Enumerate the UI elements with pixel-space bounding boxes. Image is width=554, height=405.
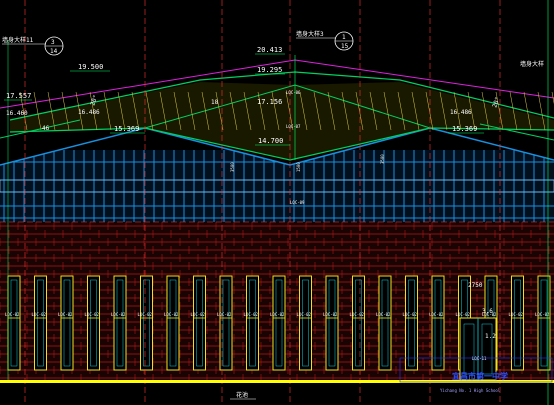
elev-center-lower: 14.700: [258, 137, 283, 145]
dim-3: 1500: [296, 162, 301, 172]
window-code: LQC-02: [323, 312, 338, 317]
code-roof-center: LQC-07: [286, 124, 301, 129]
code-roof-mid: LQC-06: [286, 90, 301, 95]
door-mark: 3.6: [482, 308, 493, 315]
elev-left-eave: 17.557: [6, 92, 31, 100]
callout-label-1: 墙身大样11: [2, 36, 34, 44]
window-code: LQC-02: [429, 312, 444, 317]
callout-sheet-2: 15: [341, 43, 349, 50]
window-code: LQC-02: [5, 312, 20, 317]
window-code: LQC-02: [509, 312, 524, 317]
window-code: LQC-02: [297, 312, 312, 317]
window-frame: [7, 275, 21, 371]
window-frame: [140, 275, 153, 371]
bottom-note: 花池: [236, 391, 248, 399]
elev-ridge-top: 20.413: [257, 46, 282, 54]
window-code: LQC-02: [191, 312, 206, 317]
callout-label-2: 墙身大样3: [296, 30, 324, 38]
window-frame: [113, 275, 127, 371]
window-frame: [299, 275, 312, 371]
window-code: LQC-02: [85, 312, 100, 317]
callout-number-1: 3: [51, 39, 55, 46]
window-code: LQC-02: [164, 312, 179, 317]
watermark-en: Yichang No. 1 High School: [440, 388, 501, 393]
window-code: LQC-02: [456, 312, 471, 317]
watermark-cn: 宜昌市第一中学: [452, 371, 508, 381]
elev-truss-right: 16.486: [450, 109, 472, 116]
window-frame: [166, 275, 180, 371]
callout-sheet-1: 14: [50, 48, 58, 55]
slope-small-right: 18: [211, 99, 219, 106]
callout-label-3: 墙身大样: [520, 60, 544, 68]
dim-2: 3500: [380, 154, 385, 164]
window-code: LQC-02: [376, 312, 391, 317]
elev-curtain-left: 15.369: [114, 125, 139, 133]
dim-1: 3500: [230, 162, 235, 172]
cad-elevation-drawing: LQC-02 LQC-02 LQC-02 LQC-02 LQC-02 LQC-02 LQC-…: [0, 0, 554, 405]
window-code: LQC-02: [244, 312, 259, 317]
window-frame: [60, 275, 74, 371]
window-code: LQC-02: [403, 312, 418, 317]
window-frame: [352, 275, 365, 371]
elev-ridge-low: 17.156: [257, 98, 282, 106]
window-code: LQC-02: [270, 312, 285, 317]
elev-curtain-right: 15.369: [452, 125, 477, 133]
side-mark: 1.2: [485, 333, 496, 340]
elev-ridge-mid: 19.295: [257, 66, 282, 74]
window-code: LQC-02: [58, 312, 73, 317]
window-frame: [378, 275, 392, 371]
window-height-dim: 2750: [468, 282, 483, 289]
code-curtain: LQC-09: [290, 200, 305, 205]
window-frame: [193, 275, 206, 371]
door-code: LQC-11: [472, 356, 487, 361]
window-frame: [34, 275, 47, 371]
window-code: LQC-02: [111, 312, 126, 317]
slope-small-left: 46: [42, 125, 50, 132]
window-frame: [246, 275, 259, 371]
window-frame: [325, 275, 339, 371]
window-code: LQC-02: [32, 312, 47, 317]
window-code: LQC-02: [350, 312, 365, 317]
entrance-door: [459, 317, 497, 381]
window-frame: [87, 275, 100, 371]
window-code: LQC-02: [217, 312, 232, 317]
window-frame: [431, 275, 445, 371]
elev-truss-left: 16.486: [78, 109, 100, 116]
elev-left-eave-low: 16.460: [6, 110, 28, 117]
elev-left-top: 19.500: [78, 63, 103, 71]
window-frame: [272, 275, 286, 371]
window-frame: [511, 275, 524, 371]
callout-number-2: 1: [342, 34, 346, 41]
window-frame: [405, 275, 418, 371]
